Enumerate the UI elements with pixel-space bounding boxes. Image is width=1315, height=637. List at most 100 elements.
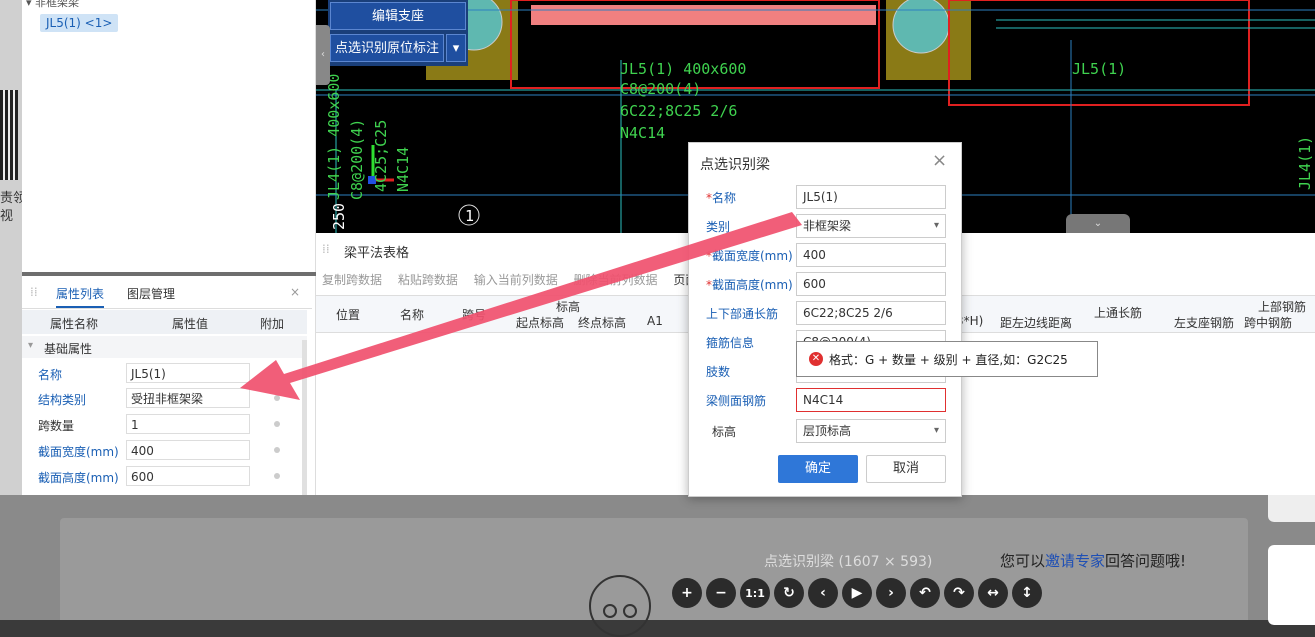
extra-dot-icon bbox=[274, 421, 280, 427]
cad-label-n4: N4C14 bbox=[394, 146, 412, 192]
property-group-label: 基础属性 bbox=[44, 342, 93, 356]
tree-item-jl5[interactable]: JL5(1) <1> bbox=[40, 14, 119, 32]
cad-label-250: 250 bbox=[330, 202, 348, 230]
actual-size-icon[interactable]: 1:1 bbox=[740, 578, 770, 608]
property-value-input[interactable]: JL5(1) bbox=[126, 363, 250, 383]
dialog-field-width: *截面宽度(mm) 400 bbox=[688, 241, 960, 270]
validation-tooltip: ✕ 格式：G + 数量 + 级别 + 直径,如：G2C25 bbox=[796, 341, 1098, 377]
th-left-support: 左支座钢筋 bbox=[1174, 316, 1235, 330]
rotate-left-icon[interactable]: ↶ bbox=[910, 578, 940, 608]
field-label: 类别 bbox=[706, 220, 731, 234]
elevation-select[interactable]: 层顶标高 bbox=[796, 419, 946, 443]
extra-dot-icon bbox=[274, 447, 280, 453]
height-input[interactable]: 600 bbox=[796, 272, 946, 296]
field-label: 上下部通长筋 bbox=[706, 307, 779, 321]
left-strip-text: 责领 视 bbox=[0, 191, 27, 224]
rotate-right-icon[interactable]: ↷ bbox=[944, 578, 974, 608]
zoom-in-icon[interactable]: + bbox=[672, 578, 702, 608]
property-table-header: 属性名称 属性值 附加 bbox=[22, 310, 307, 334]
reset-icon[interactable]: ↻ bbox=[774, 578, 804, 608]
cad-label-stirrup: C8@200(4) bbox=[620, 80, 702, 98]
through-rebar-input[interactable]: 6C22;8C25 2/6 bbox=[796, 301, 946, 325]
close-icon[interactable]: × bbox=[290, 285, 300, 299]
property-group-basic[interactable]: ▾ 基础属性 bbox=[22, 336, 307, 358]
dialog-field-side-rebar: 梁侧面钢筋 N4C14 bbox=[688, 386, 960, 415]
invite-expert-link[interactable]: 邀请专家 bbox=[1045, 552, 1105, 570]
property-row: 截面宽度(mm) 400 bbox=[22, 438, 307, 463]
cad-axis-1: 1 bbox=[465, 207, 475, 225]
name-input[interactable]: JL5(1) bbox=[796, 185, 946, 209]
property-label: 结构类别 bbox=[38, 393, 87, 407]
property-value-input[interactable]: 受扭非框架梁 bbox=[126, 388, 250, 408]
side-widget-mobile[interactable] bbox=[1268, 545, 1315, 625]
dialog-field-name: *名称 JL5(1) bbox=[688, 183, 960, 212]
th-name: 名称 bbox=[400, 308, 425, 322]
tab-layer-management[interactable]: 图层管理 bbox=[127, 285, 175, 302]
property-row: 跨数量 1 bbox=[22, 412, 307, 437]
cad-label-side: N4C14 bbox=[620, 124, 666, 142]
property-value-input[interactable]: 400 bbox=[126, 440, 250, 460]
confirm-button[interactable]: 确定 bbox=[778, 455, 858, 483]
property-scrollbar[interactable] bbox=[302, 340, 307, 495]
dialog-field-category: 类别 非框架梁 bbox=[688, 212, 960, 241]
flip-vertical-icon[interactable]: ↕ bbox=[1012, 578, 1042, 608]
paste-span-button[interactable]: 粘贴跨数据 bbox=[398, 273, 458, 287]
pick-annotation-button[interactable]: 点选识别原位标注 bbox=[330, 34, 444, 62]
th-elevation: 标高 bbox=[556, 300, 581, 314]
field-label: 截面高度(mm) bbox=[712, 278, 793, 292]
property-row: 截面高度(mm) 600 bbox=[22, 464, 307, 489]
pick-annotation-dropdown-icon[interactable]: ▾ bbox=[446, 34, 466, 62]
next-icon[interactable]: › bbox=[876, 578, 906, 608]
property-label: 名称 bbox=[38, 368, 63, 382]
width-input[interactable]: 400 bbox=[796, 243, 946, 267]
cad-label-rebar: 6C22;8C25 2/6 bbox=[620, 102, 738, 120]
th-top-through: 上通长筋 bbox=[1094, 306, 1143, 320]
th-dist-left: 距左边线距离 bbox=[1000, 316, 1073, 330]
field-label: 截面宽度(mm) bbox=[712, 249, 793, 263]
tooltip-text: 格式：G + 数量 + 级别 + 直径,如：G2C25 bbox=[829, 353, 1068, 367]
cad-label-jl5: JL5(1) 400x600 bbox=[620, 60, 747, 78]
table-toolbar: 复制跨数据 粘贴跨数据 输入当前列数据 删除当前列数据 页面 bbox=[322, 271, 709, 288]
dialog-field-height: *截面高度(mm) 600 bbox=[688, 270, 960, 299]
flip-horizontal-icon[interactable]: ↔ bbox=[978, 578, 1008, 608]
property-value-input[interactable]: 1 bbox=[126, 414, 250, 434]
drag-handle-icon[interactable]: ⁞⁞ bbox=[322, 242, 330, 256]
component-tree-panel bbox=[22, 0, 316, 272]
edit-support-button[interactable]: 编辑支座 bbox=[330, 2, 466, 30]
th-a1: A1 bbox=[647, 314, 663, 328]
field-label: 名称 bbox=[712, 191, 737, 205]
cancel-button[interactable]: 取消 bbox=[866, 455, 946, 483]
prev-icon[interactable]: ‹ bbox=[808, 578, 838, 608]
cartoon-avatar-icon bbox=[589, 575, 651, 637]
tab-property-list[interactable]: 属性列表 bbox=[56, 285, 105, 308]
tree-group-label[interactable]: ▾ 非框架梁 bbox=[26, 0, 79, 10]
field-label: 肢数 bbox=[706, 365, 731, 379]
expert-prefix: 您可以 bbox=[1000, 552, 1046, 570]
expand-down-icon[interactable]: ⌄ bbox=[1066, 214, 1130, 233]
category-select[interactable]: 非框架梁 bbox=[796, 214, 946, 238]
dialog-title: 点选识别梁 bbox=[700, 157, 770, 173]
extra-dot-icon bbox=[274, 473, 280, 479]
property-label: 截面宽度(mm) bbox=[38, 445, 119, 459]
dialog-close-icon[interactable]: × bbox=[932, 150, 947, 171]
qr-code-icon bbox=[0, 90, 18, 180]
cad-label-jl4-rebar: 4C25;C25 bbox=[372, 119, 390, 192]
cad-label-jl4: JL4(1) 400x600 bbox=[325, 73, 343, 200]
delete-column-button[interactable]: 删除当前列数据 bbox=[574, 273, 658, 287]
drag-handle-icon[interactable]: ⁞⁞ bbox=[30, 285, 38, 299]
play-icon[interactable]: ▶ bbox=[842, 578, 872, 608]
th-position: 位置 bbox=[336, 308, 361, 322]
invite-expert-text: 您可以邀请专家回答问题哦! bbox=[1000, 550, 1186, 571]
th-end-elev: 终点标高 bbox=[578, 316, 627, 330]
side-rebar-input[interactable]: N4C14 bbox=[796, 388, 946, 412]
collapse-left-panel-icon[interactable]: ‹ bbox=[316, 25, 330, 85]
input-column-button[interactable]: 输入当前列数据 bbox=[474, 273, 558, 287]
zoom-out-icon[interactable]: − bbox=[706, 578, 736, 608]
field-label: 箍筋信息 bbox=[706, 336, 755, 350]
extra-dot-icon bbox=[274, 395, 280, 401]
th-mid-span: 跨中钢筋 bbox=[1244, 316, 1293, 330]
property-value-input[interactable]: 600 bbox=[126, 466, 250, 486]
copy-span-button[interactable]: 复制跨数据 bbox=[322, 273, 382, 287]
field-label: 标高 bbox=[712, 425, 737, 439]
property-label: 截面高度(mm) bbox=[38, 471, 119, 485]
